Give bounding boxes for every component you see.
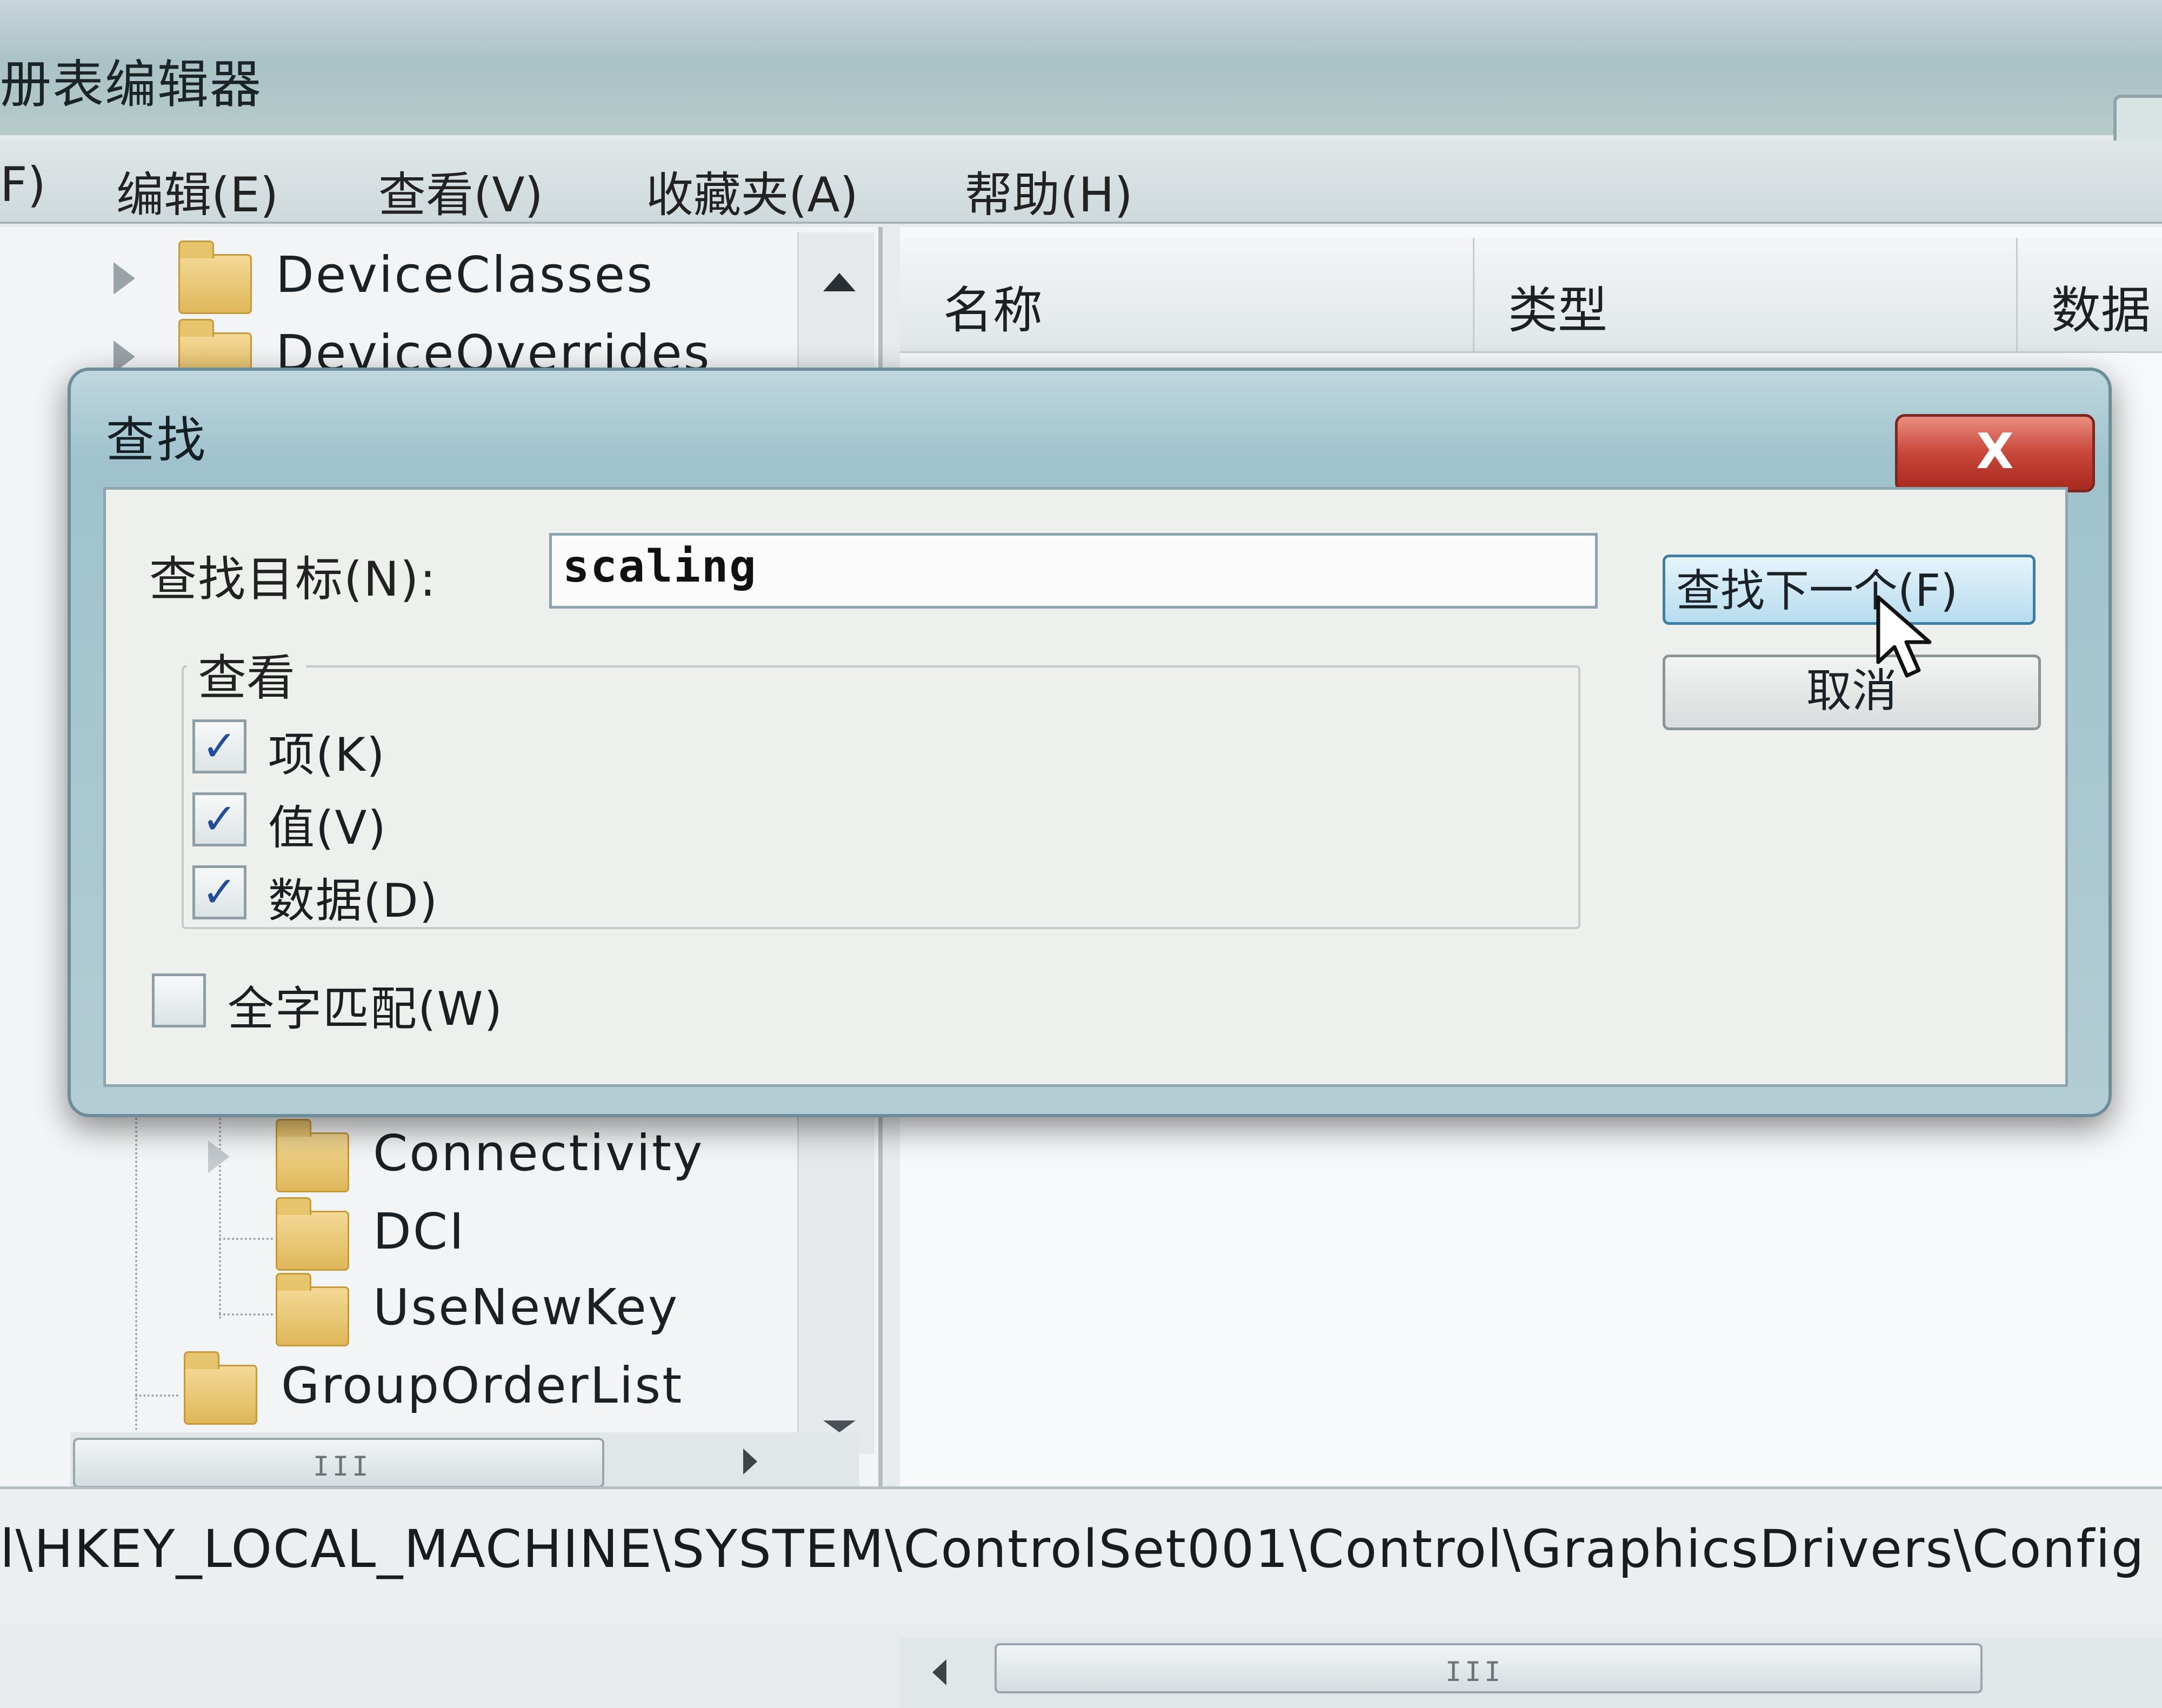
folder-icon [276, 1197, 349, 1271]
folder-icon [276, 1273, 349, 1346]
menu-favorites[interactable]: 收藏夹(A) [646, 157, 858, 225]
find-next-button[interactable]: 查找下一个(F) [1663, 555, 2036, 625]
scroll-thumb[interactable]: III [73, 1438, 604, 1488]
tree-item-grouporderlist[interactable]: GroupOrderList [114, 1351, 789, 1432]
tree-item-connectivity[interactable]: Connectivity [208, 1119, 792, 1200]
look-at-legend: 查看 [187, 638, 306, 709]
column-header-data[interactable]: 数据 [2051, 270, 2151, 342]
scroll-left-arrow-icon[interactable] [932, 1659, 946, 1685]
folder-icon [178, 241, 252, 314]
tree-item-deviceclasses[interactable]: DeviceClasses [114, 241, 789, 322]
cancel-button[interactable]: 取消 [1663, 655, 2041, 730]
menu-view[interactable]: 查看(V) [378, 157, 543, 225]
scroll-grip: III [1445, 1656, 1504, 1687]
scroll-right-arrow-icon[interactable] [743, 1449, 757, 1475]
scroll-thumb[interactable]: III [995, 1643, 1983, 1693]
expand-arrow-icon[interactable] [114, 262, 135, 295]
keys-checkbox-label: 项(K) [268, 728, 386, 782]
find-dialog: 查找 X 查找目标(N): scaling 查找下一个(F) 取消 查看 ✓ 项… [68, 368, 2112, 1117]
menu-edit[interactable]: 编辑(E) [116, 157, 278, 225]
status-bar: l\HKEY_LOCAL_MACHINE\SYSTEM\ControlSet00… [0, 1486, 2162, 1624]
scroll-down-arrow-icon[interactable] [823, 1420, 856, 1432]
find-what-input[interactable]: scaling [549, 533, 1598, 609]
tree-horizontal-scrollbar[interactable]: III [70, 1432, 859, 1492]
find-what-label: 查找目标(N): [149, 551, 437, 607]
tree-item-label: GroupOrderList [281, 1357, 684, 1415]
close-button[interactable]: X [1895, 414, 2095, 492]
tree-item-usenewkey[interactable]: UseNewKey [208, 1273, 792, 1354]
list-horizontal-scrollbar[interactable]: III [900, 1638, 2162, 1708]
menu-help[interactable]: 帮助(H) [965, 157, 1133, 225]
column-header-type[interactable]: 类型 [1508, 270, 1607, 342]
column-header-name[interactable]: 名称 [943, 270, 1043, 342]
mouse-cursor-icon [1876, 595, 1932, 678]
keys-checkbox[interactable]: ✓ [192, 719, 246, 773]
tree-item-label: DCI [373, 1203, 466, 1260]
tree-item-label: Connectivity [373, 1124, 704, 1182]
title-bar: 册表编辑器 [0, 0, 2162, 135]
values-checkbox[interactable]: ✓ [192, 792, 246, 846]
scroll-grip: III [313, 1451, 372, 1482]
column-separator[interactable] [1473, 238, 1474, 351]
folder-icon [276, 1119, 349, 1192]
tree-item-label: UseNewKey [373, 1278, 679, 1336]
column-separator[interactable] [2016, 238, 2018, 351]
values-checkbox-label: 值(V) [268, 801, 387, 855]
registry-path: l\HKEY_LOCAL_MACHINE\SYSTEM\ControlSet00… [0, 1519, 2145, 1579]
dialog-title: 查找 [106, 412, 208, 469]
tree-item-dci[interactable]: DCI [208, 1197, 792, 1278]
match-whole-checkbox[interactable] [152, 973, 206, 1028]
folder-icon [184, 1351, 257, 1425]
menu-bar: F) 编辑(E) 查看(V) 收藏夹(A) 帮助(H) [0, 141, 2162, 224]
data-checkbox[interactable]: ✓ [192, 865, 246, 919]
scroll-up-arrow-icon[interactable] [823, 273, 856, 291]
dialog-body: 查找目标(N): scaling 查找下一个(F) 取消 查看 ✓ 项(K) ✓… [103, 487, 2068, 1087]
match-whole-label: 全字匹配(W) [228, 982, 504, 1036]
data-checkbox-label: 数据(D) [268, 874, 439, 928]
expand-arrow-icon[interactable] [208, 1140, 230, 1173]
menu-file[interactable]: F) [0, 157, 46, 212]
tree-item-label: DeviceClasses [276, 246, 655, 304]
window-title: 册表编辑器 [0, 55, 263, 115]
list-header: 名称 类型 数据 [900, 238, 2162, 353]
